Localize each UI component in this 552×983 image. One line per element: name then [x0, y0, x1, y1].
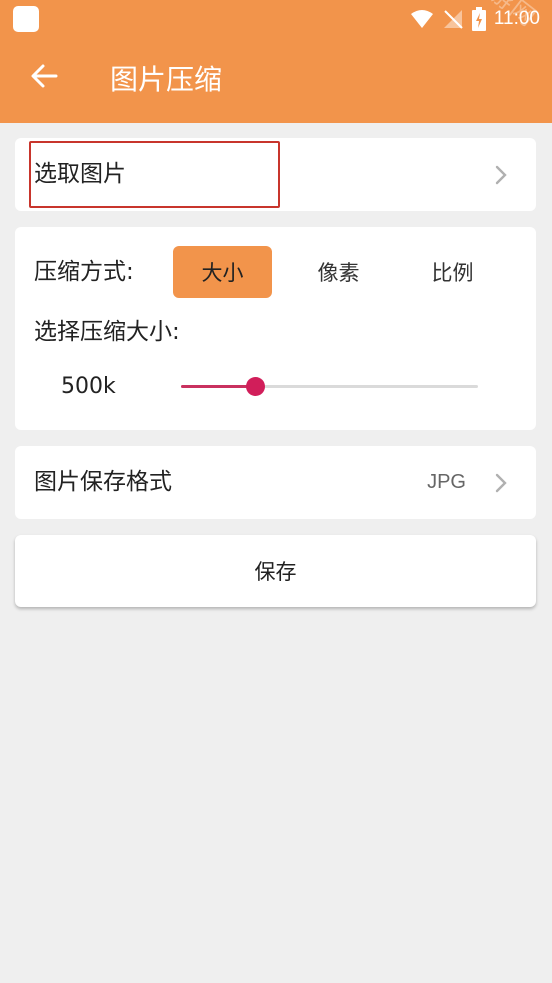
page-title: 图片压缩: [110, 63, 223, 96]
select-image-row[interactable]: 选取图片: [15, 138, 536, 211]
chevron-right-icon: [495, 473, 507, 493]
status-bar: 11:00: [0, 0, 552, 38]
wifi-icon: [410, 10, 433, 28]
size-slider[interactable]: [181, 375, 478, 399]
arrow-left-icon: [31, 64, 58, 88]
no-signal-icon: [443, 10, 463, 29]
back-button[interactable]: [24, 56, 64, 96]
app-bar: 11:00 图片压缩 嗨游手游网: [0, 0, 552, 123]
save-format-value: JPG: [427, 471, 466, 493]
compress-mode-label: 压缩方式:: [34, 259, 134, 285]
toolbar: 图片压缩: [0, 38, 552, 123]
select-image-label: 选取图片: [34, 161, 126, 187]
mode-ratio-button[interactable]: 比例: [403, 246, 502, 298]
notification-app-icon: [13, 6, 39, 32]
mode-pixel-button[interactable]: 像素: [289, 246, 388, 298]
save-format-row[interactable]: 图片保存格式 JPG: [15, 446, 536, 519]
slider-fill: [181, 385, 256, 388]
save-format-label: 图片保存格式: [34, 469, 172, 495]
size-value: 500k: [61, 374, 116, 399]
chevron-right-icon: [495, 165, 507, 185]
battery-charging-icon: [471, 7, 486, 31]
mode-size-button[interactable]: 大小: [173, 246, 272, 298]
select-size-label: 选择压缩大小:: [34, 319, 180, 345]
save-button[interactable]: 保存: [15, 535, 536, 607]
compress-settings-card: 压缩方式: 大小 像素 比例 选择压缩大小: 500k: [15, 227, 536, 430]
slider-thumb[interactable]: [246, 377, 266, 396]
